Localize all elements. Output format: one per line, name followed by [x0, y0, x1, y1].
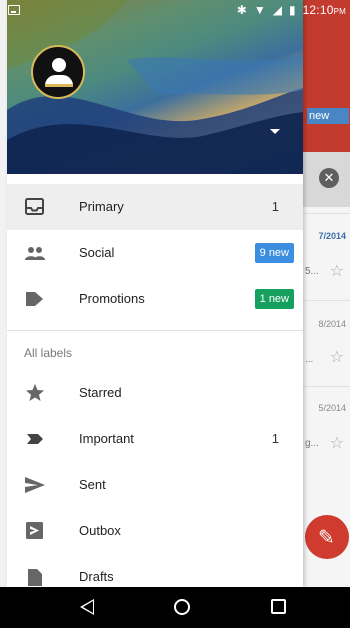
drawer-item-sent[interactable]: Sent	[7, 462, 303, 508]
send-icon	[25, 477, 45, 493]
new-badge: 9 new	[254, 243, 294, 263]
drawer-item-label: Important	[79, 431, 134, 446]
email-snippet: ...	[305, 354, 314, 365]
home-icon[interactable]	[174, 599, 190, 615]
star-icon[interactable]: ☆	[330, 347, 344, 367]
list-item[interactable]: 7/2014 5... ☆	[303, 213, 350, 280]
drawer-item-starred[interactable]: Starred	[7, 370, 303, 416]
email-date: 5/2014	[318, 403, 346, 413]
inbox-icon	[25, 198, 44, 215]
person-icon	[52, 58, 66, 72]
drawer-item-label: Primary	[79, 199, 124, 214]
important-icon	[27, 434, 43, 444]
list-item[interactable]: 8/2014 ... ☆	[303, 300, 350, 366]
divider	[7, 330, 303, 331]
unread-count: 1	[271, 199, 279, 214]
star-icon[interactable]: ☆	[330, 433, 344, 453]
signal-icon: ◢	[272, 3, 282, 17]
email-snippet: 5...	[305, 266, 319, 277]
bluetooth-icon: ✱	[236, 3, 247, 17]
notification-icon	[8, 5, 20, 15]
drawer-item-label: Sent	[79, 477, 106, 492]
wifi-icon: ▼	[253, 3, 266, 17]
drawer-item-label: Drafts	[79, 569, 114, 584]
outbox-icon	[26, 522, 43, 539]
system-navigation-bar	[0, 587, 350, 628]
navigation-drawer: Primary 1 Social 9 new Promotions 1 new …	[7, 0, 303, 587]
account-header[interactable]	[7, 0, 303, 174]
close-icon[interactable]: ✕	[319, 168, 339, 188]
drawer-item-label: Starred	[79, 385, 122, 400]
back-icon[interactable]	[80, 599, 94, 615]
unread-count: 1	[271, 431, 279, 446]
status-bar: ✱ ▼ ◢ ▮ 12:10PM	[0, 0, 350, 22]
new-mail-badge[interactable]: new	[307, 108, 349, 124]
new-badge: 1 new	[254, 289, 294, 309]
people-icon	[25, 247, 45, 260]
section-header-all-labels: All labels	[24, 346, 73, 360]
email-snippet: g...	[305, 438, 319, 449]
drawer-item-outbox[interactable]: Outbox	[7, 508, 303, 554]
drawer-item-primary[interactable]: Primary 1	[7, 184, 303, 230]
drawer-item-important[interactable]: Important 1	[7, 416, 303, 462]
list-item[interactable]: 5/2014 g... ☆	[303, 386, 350, 452]
drawer-item-label: Social	[79, 245, 115, 260]
drawer-item-drafts[interactable]: Drafts	[7, 554, 303, 587]
compose-button[interactable]	[305, 515, 349, 559]
drawer-item-promotions[interactable]: Promotions 1 new	[7, 276, 303, 322]
battery-icon: ▮	[288, 3, 296, 17]
email-date: 7/2014	[318, 231, 346, 241]
star-icon	[26, 384, 44, 401]
drawer-item-label: Outbox	[79, 523, 121, 538]
status-time: 12:10PM	[302, 3, 346, 17]
drawer-item-label: Promotions	[79, 291, 145, 306]
star-icon[interactable]: ☆	[330, 261, 344, 281]
email-date: 8/2014	[318, 319, 346, 329]
recents-icon[interactable]	[271, 599, 286, 614]
tag-icon	[26, 292, 43, 306]
draft-icon	[28, 569, 42, 586]
background-header	[303, 0, 350, 152]
drawer-item-social[interactable]: Social 9 new	[7, 230, 303, 276]
avatar[interactable]	[31, 45, 85, 99]
caret-down-icon[interactable]	[270, 129, 280, 134]
